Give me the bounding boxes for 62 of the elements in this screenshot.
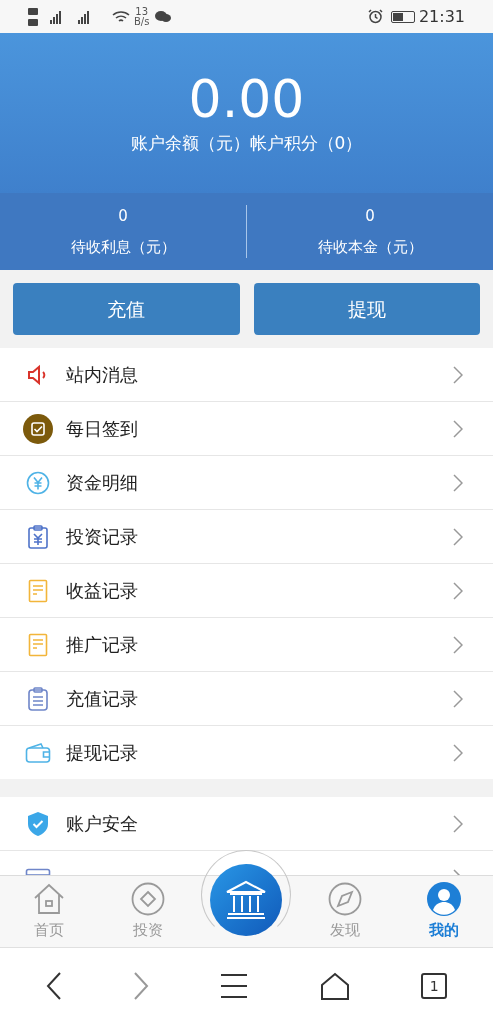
balance-amount: 0.00: [188, 69, 305, 130]
menu-item[interactable]: 充值记录: [0, 672, 493, 725]
chevron-right-icon: [453, 635, 463, 654]
wifi-icon: [112, 9, 130, 24]
chevron-right-icon: [453, 814, 463, 833]
back-icon: [45, 972, 62, 1000]
action-button[interactable]: 充值: [13, 283, 240, 335]
clock-time: 21:31: [418, 5, 465, 28]
chevron-right-icon: [453, 419, 463, 438]
menu-item-label: 推广记录: [66, 633, 138, 657]
chevron-right-icon: [453, 743, 463, 762]
home-icon: [319, 972, 350, 1000]
speed-value: 13: [135, 6, 149, 17]
chevron-right-icon: [453, 527, 463, 546]
battery-icon: [390, 10, 415, 23]
chevron-right-icon: [453, 473, 463, 492]
menu-item[interactable]: 推广记录: [0, 618, 493, 671]
wallet-icon: [25, 741, 51, 764]
menu-item-label: 站内消息: [66, 363, 138, 387]
menu-item-label: 收益记录: [66, 579, 138, 603]
menu-item[interactable]: 收益记录: [0, 564, 493, 617]
user-icon: [426, 881, 461, 916]
menu-item-label: 账户安全: [66, 812, 138, 836]
menu-item[interactable]: 账户安全: [0, 797, 493, 850]
action-button[interactable]: 提现: [253, 283, 480, 335]
menu-button[interactable]: [220, 973, 249, 999]
tab-count-button[interactable]: 1: [421, 973, 448, 999]
pending-value: 0: [118, 206, 128, 227]
forward-icon: [133, 972, 150, 1000]
chevron-right-icon: [453, 581, 463, 600]
menu-item[interactable]: 提现记录: [0, 726, 493, 779]
menu-item-label: 资金明细: [66, 471, 138, 495]
menu-icon: [220, 973, 249, 999]
clipboard-icon: [27, 685, 49, 712]
pending-label: 待收本金（元）: [317, 236, 423, 258]
home-button[interactable]: [319, 972, 350, 1000]
checkbox-icon: [23, 413, 53, 444]
chevron-right-icon: [453, 365, 463, 384]
pending-value: 0: [365, 206, 375, 227]
note-icon: [28, 632, 48, 657]
menu-item[interactable]: 每日签到: [0, 402, 493, 455]
chevron-right-icon: [453, 689, 463, 708]
forward-button[interactable]: [133, 972, 150, 1000]
shield-icon: [26, 810, 50, 837]
back-button[interactable]: [45, 972, 62, 1000]
menu-item-label: 每日签到: [66, 417, 138, 441]
speed-unit: B/s: [134, 16, 150, 27]
menu-item-label: 投资记录: [66, 525, 138, 549]
chat-icon: [155, 10, 172, 23]
menu-item[interactable]: 投资记录: [0, 510, 493, 563]
menu-item[interactable]: 站内消息: [0, 348, 493, 401]
clipboard-icon: [27, 523, 49, 550]
yen-icon: [26, 470, 50, 495]
tab-item[interactable]: 我的: [394, 876, 493, 947]
menu-item[interactable]: 资金明细: [0, 456, 493, 509]
compass-icon: [328, 881, 363, 916]
menu-item-label: 提现记录: [66, 741, 138, 765]
alarm-icon: [367, 9, 383, 24]
menu-item-label: 充值记录: [66, 687, 138, 711]
balance-caption: 账户余额（元）帐户积分（0）: [130, 132, 363, 156]
note-icon: [28, 578, 48, 603]
pending-label: 待收利息（元）: [70, 236, 176, 258]
